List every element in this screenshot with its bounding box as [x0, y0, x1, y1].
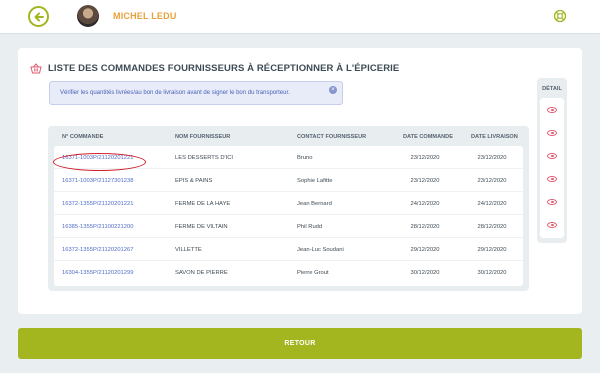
table-row: 16372-1355P/21120201221 FERME DE LA HAYE…: [54, 192, 523, 215]
supplier-name: SAVON DE PIERRE: [175, 270, 228, 276]
delivery-date: 23/12/2020: [477, 155, 507, 161]
column-header-delivery-date: DATE LIVRAISON: [471, 134, 518, 140]
order-date: 29/12/2020: [410, 247, 440, 253]
lifebuoy-icon[interactable]: [553, 9, 567, 23]
column-header-order-date: DATE COMMANDE: [403, 134, 453, 140]
supplier-name: FERME DE LA HAYE: [175, 201, 231, 207]
back-arrow-icon: [34, 12, 44, 21]
supplier-contact: Phil Rudd: [297, 224, 323, 230]
supplier-contact: Sophie Lafitte: [297, 178, 333, 184]
alert-text: Vérifier les quantités livrées/au bon de…: [60, 90, 290, 96]
column-header-detail: DÉTAIL: [542, 86, 562, 92]
basket-icon: [30, 63, 42, 74]
detail-body: [540, 98, 564, 238]
order-date: 28/12/2020: [410, 224, 440, 230]
supplier-name: EPIS & PAINS: [175, 178, 213, 184]
back-button[interactable]: [28, 6, 49, 27]
page-title: LISTE DES COMMANDES FOURNISSEURS À RÉCEP…: [48, 63, 400, 74]
delivery-date: 29/12/2020: [477, 247, 507, 253]
top-bar: MICHEL LEDU: [0, 0, 600, 34]
order-number-link[interactable]: 16372-1355P/21120201221: [62, 201, 133, 207]
column-header-supplier-contact: CONTACT FOURNISSEUR: [297, 134, 367, 140]
delivery-date: 23/12/2020: [477, 178, 507, 184]
table-row: 16372-1355P/21120201267 VILLETTE Jean-Lu…: [54, 238, 523, 261]
delivery-date: 24/12/2020: [477, 201, 507, 207]
highlight-ellipse: [53, 153, 146, 171]
supplier-contact: Jean Bernard: [297, 201, 332, 207]
table-row: 16304-1355P/21120201299 SAVON DE PIERRE …: [54, 261, 523, 284]
supplier-contact: Jean-Luc Soudani: [297, 247, 344, 253]
order-date: 24/12/2020: [410, 201, 440, 207]
order-number-link[interactable]: 16371-1003P/21127301238: [62, 178, 133, 184]
order-number-link[interactable]: 16372-1355P/21120201267: [62, 247, 133, 253]
orders-table: N° COMMANDE NOM FOURNISSEUR CONTACT FOUR…: [48, 126, 529, 291]
eye-icon[interactable]: [547, 107, 557, 113]
order-date: 23/12/2020: [410, 155, 440, 161]
eye-icon[interactable]: [547, 199, 557, 205]
order-date: 30/12/2020: [410, 270, 440, 276]
supplier-name: FERME DE VILTAIN: [175, 224, 228, 230]
column-header-order-number: N° COMMANDE: [62, 134, 104, 140]
supplier-name: LES DESSERTS D'ICI: [175, 155, 234, 161]
info-alert: Vérifier les quantités livrées/au bon de…: [49, 81, 343, 105]
eye-icon[interactable]: [547, 130, 557, 136]
supplier-contact: Bruno: [297, 155, 313, 161]
user-name: MICHEL LEDU: [113, 11, 177, 21]
retour-button[interactable]: RETOUR: [18, 328, 582, 359]
order-number-link[interactable]: 16304-1355P/21120201299: [62, 270, 133, 276]
table-row: 16385-1355P/21100221200 FERME DE VILTAIN…: [54, 215, 523, 238]
order-number-link[interactable]: 16385-1355P/21100221200: [62, 224, 133, 230]
eye-icon[interactable]: [547, 222, 557, 228]
eye-icon[interactable]: [547, 176, 557, 182]
eye-icon[interactable]: [547, 153, 557, 159]
detail-column: DÉTAIL: [537, 78, 567, 243]
delivery-date: 30/12/2020: [477, 270, 507, 276]
order-date: 23/12/2020: [410, 178, 440, 184]
close-icon[interactable]: ×: [329, 86, 337, 94]
avatar[interactable]: [77, 5, 99, 27]
delivery-date: 28/12/2020: [477, 224, 507, 230]
column-header-supplier-name: NOM FOURNISSEUR: [175, 134, 231, 140]
supplier-name: VILLETTE: [175, 247, 202, 253]
table-row: 16371-1003P/21127301238 EPIS & PAINS Sop…: [54, 169, 523, 192]
supplier-contact: Pierre Grout: [297, 270, 329, 276]
